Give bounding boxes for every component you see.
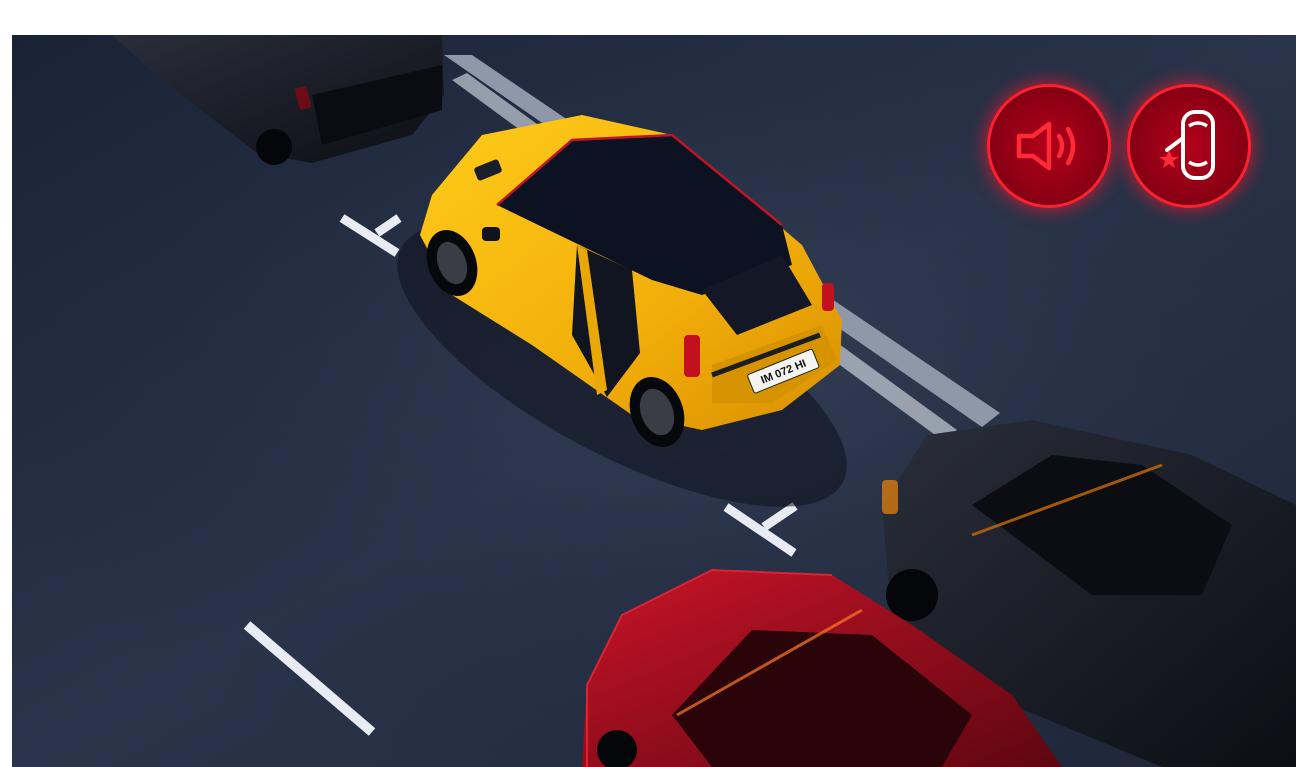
alert-icons-group bbox=[990, 87, 1248, 205]
speaker-warning-badge bbox=[990, 87, 1108, 205]
door-open-warning-badge bbox=[1130, 87, 1248, 205]
speaker-warning-icon bbox=[1016, 121, 1076, 171]
door-open-warning-icon bbox=[1159, 110, 1215, 180]
scene-frame: IM 072 HI bbox=[12, 35, 1296, 767]
